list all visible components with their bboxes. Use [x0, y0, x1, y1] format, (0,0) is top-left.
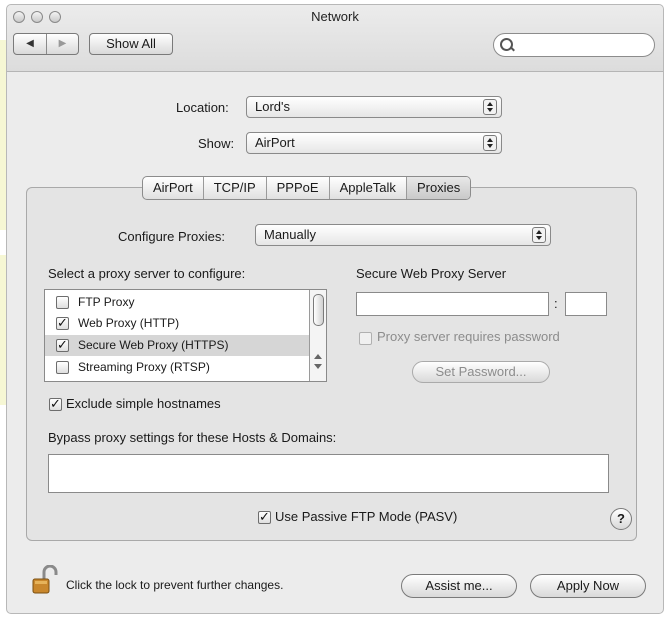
forward-arrow-icon: ▶: [58, 38, 67, 49]
bypass-label: Bypass proxy settings for these Hosts & …: [48, 430, 337, 445]
passive-ftp-checkbox[interactable]: ✓: [258, 510, 271, 524]
streaming-proxy-checkbox[interactable]: [56, 361, 69, 374]
tab-pppoe[interactable]: PPPoE: [267, 177, 330, 199]
list-item-label: Web Proxy (HTTP): [78, 316, 180, 330]
show-label: Show:: [198, 136, 235, 151]
apply-now-button[interactable]: Apply Now: [530, 574, 646, 598]
list-item[interactable]: ✓ Secure Web Proxy (HTTPS): [45, 335, 309, 356]
show-value: AirPort: [255, 135, 295, 150]
scroll-up-icon[interactable]: [314, 354, 322, 359]
show-all-button[interactable]: Show All: [89, 33, 173, 55]
title-bar: Network ◀ ▶ Show All: [7, 5, 663, 72]
tab-appletalk[interactable]: AppleTalk: [330, 177, 407, 199]
assist-me-button[interactable]: Assist me...: [401, 574, 517, 598]
tab-airport[interactable]: AirPort: [143, 177, 204, 199]
proxy-port-field[interactable]: [565, 292, 607, 316]
tab-bar: AirPort TCP/IP PPPoE AppleTalk Proxies: [142, 176, 472, 200]
list-item-label: FTP Proxy: [78, 295, 135, 309]
forward-button[interactable]: ▶: [47, 34, 78, 54]
list-item[interactable]: ✓ Web Proxy (HTTP): [45, 313, 309, 334]
proxy-host-field[interactable]: [356, 292, 549, 316]
search-field[interactable]: [493, 33, 655, 57]
search-icon: [500, 38, 513, 51]
list-item-label: Streaming Proxy (RTSP): [78, 360, 210, 374]
list-item[interactable]: Streaming Proxy (RTSP): [45, 357, 309, 378]
requires-password-label: Proxy server requires password: [377, 329, 560, 344]
exclude-simple-hostnames-checkbox[interactable]: ✓: [49, 397, 62, 411]
location-popup[interactable]: Lord's: [246, 96, 502, 118]
server-heading: Secure Web Proxy Server: [356, 266, 507, 281]
location-value: Lord's: [255, 99, 291, 114]
list-item-label: Secure Web Proxy (HTTPS): [78, 338, 229, 352]
select-proxy-label: Select a proxy server to configure:: [48, 266, 246, 281]
lock-status-text: Click the lock to prevent further change…: [66, 578, 284, 592]
configure-proxies-popup[interactable]: Manually: [255, 224, 551, 246]
exclude-simple-hostnames-label: Exclude simple hostnames: [66, 396, 221, 411]
scrollbar-thumb[interactable]: [313, 294, 324, 326]
back-forward-control: ◀ ▶: [13, 33, 79, 55]
port-separator: :: [554, 296, 558, 311]
bypass-hosts-field[interactable]: [48, 454, 609, 493]
set-password-button[interactable]: Set Password...: [412, 361, 550, 383]
window-title: Network: [311, 9, 359, 24]
scroll-down-icon[interactable]: [314, 364, 322, 369]
tab-tcpip[interactable]: TCP/IP: [204, 177, 267, 199]
popup-arrows-icon: [483, 135, 497, 151]
secure-web-proxy-checkbox[interactable]: ✓: [56, 338, 69, 352]
help-button[interactable]: ?: [610, 508, 632, 530]
proxy-list[interactable]: FTP Proxy ✓ Web Proxy (HTTP) ✓ Secure We…: [44, 289, 327, 382]
requires-password-checkbox[interactable]: [359, 332, 372, 345]
search-input[interactable]: [516, 37, 650, 55]
back-arrow-icon: ◀: [26, 38, 34, 49]
lock-icon[interactable]: [30, 565, 60, 597]
configure-proxies-value: Manually: [264, 227, 317, 242]
configure-proxies-label: Configure Proxies:: [118, 229, 225, 244]
back-button[interactable]: ◀: [14, 34, 47, 54]
list-item[interactable]: FTP Proxy: [45, 292, 309, 313]
tab-proxies[interactable]: Proxies: [406, 177, 471, 199]
ftp-proxy-checkbox[interactable]: [56, 296, 69, 309]
popup-arrows-icon: [532, 227, 546, 243]
list-scrollbar[interactable]: [309, 290, 326, 381]
popup-arrows-icon: [483, 99, 497, 115]
location-label: Location:: [176, 100, 229, 115]
passive-ftp-label: Use Passive FTP Mode (PASV): [275, 509, 458, 524]
web-proxy-checkbox[interactable]: ✓: [56, 316, 69, 330]
show-popup[interactable]: AirPort: [246, 132, 502, 154]
